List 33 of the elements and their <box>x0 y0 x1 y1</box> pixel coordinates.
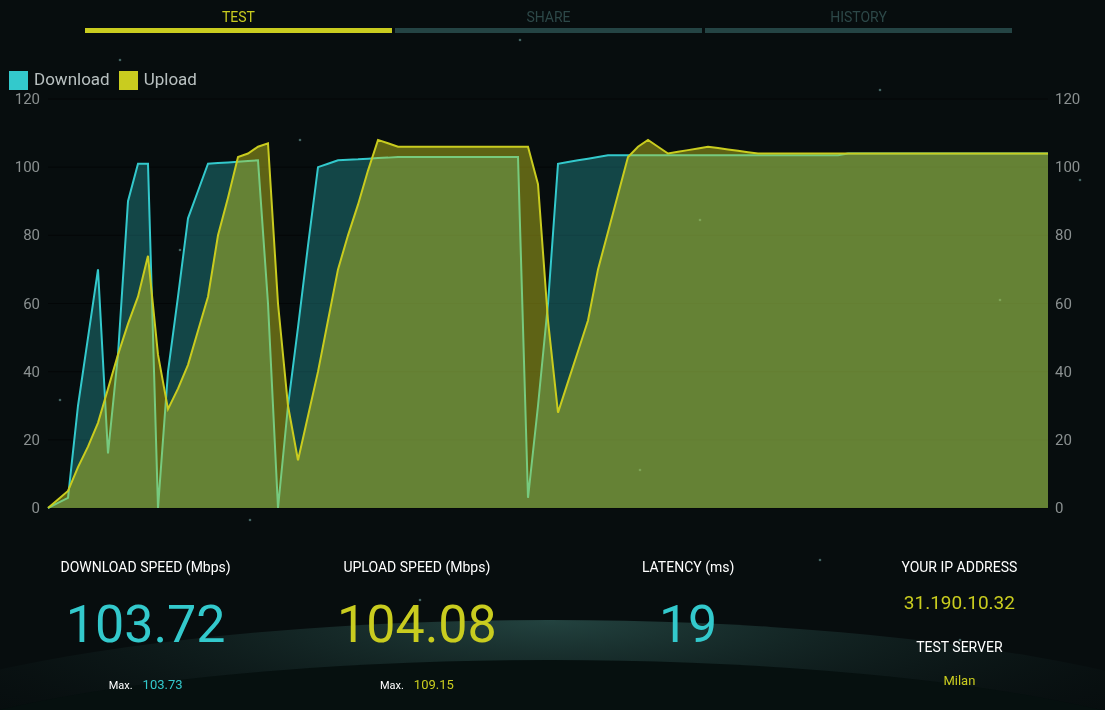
max-label: Max. <box>379 678 404 694</box>
stat-value: 19 <box>658 599 718 651</box>
stat-label: LATENCY (ms) <box>641 558 735 577</box>
y-axis-label: 20 <box>23 430 40 449</box>
tab[interactable]: SHARE <box>395 0 702 33</box>
legend-label: Download <box>34 68 110 92</box>
tab[interactable]: HISTORY <box>705 0 1012 33</box>
info-label: TEST SERVER <box>916 638 1003 657</box>
y-axis-label: 80 <box>1055 226 1072 245</box>
y-axis-label: 100 <box>14 158 40 177</box>
y-axis-label: 100 <box>1055 158 1081 177</box>
max-value: 109.15 <box>413 676 454 694</box>
y-axis-label: 60 <box>23 294 40 313</box>
stat-value: 103.72 <box>65 599 226 651</box>
y-axis-label: 80 <box>23 226 40 245</box>
info-label: YOUR IP ADDRESS <box>901 558 1018 577</box>
y-axis-label: 40 <box>1055 362 1072 381</box>
y-axis-label: 40 <box>23 362 40 381</box>
stat-value: 104.08 <box>336 599 497 651</box>
stat-label: DOWNLOAD SPEED (Mbps) <box>60 558 231 577</box>
stat-label: UPLOAD SPEED (Mbps) <box>343 558 491 577</box>
y-axis-label: 120 <box>14 90 40 108</box>
legend-label: Upload <box>143 68 197 92</box>
y-axis-label: 0 <box>1055 499 1064 517</box>
max-label: Max. <box>108 678 133 694</box>
y-axis-label: 120 <box>1055 90 1081 108</box>
max-value: 103.73 <box>142 676 183 694</box>
info-value: 31.190.10.32 <box>903 591 1015 615</box>
info-value: Milan <box>943 672 976 690</box>
y-axis-label: 60 <box>1055 294 1072 313</box>
y-axis-label: 0 <box>31 499 40 517</box>
tab[interactable]: TEST <box>85 0 392 33</box>
y-axis-label: 20 <box>1055 430 1072 449</box>
